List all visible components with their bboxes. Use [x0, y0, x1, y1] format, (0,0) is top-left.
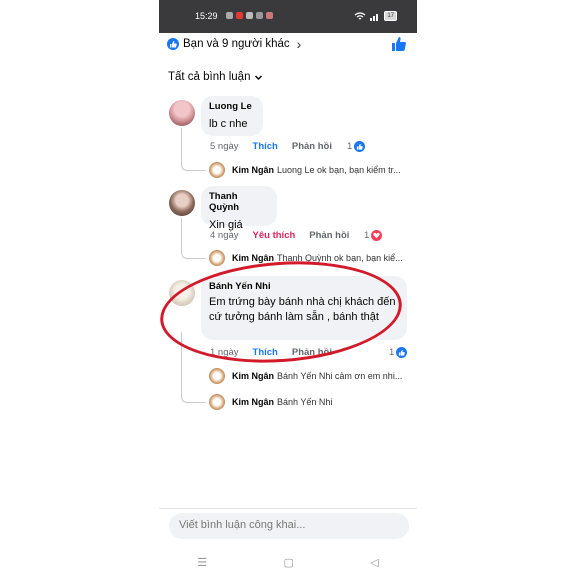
status-right: 17: [354, 11, 397, 21]
comment-bubble: Thanh Quỳnh Xin giá: [201, 186, 277, 231]
avatar[interactable]: [209, 368, 225, 384]
thread-line: [181, 128, 206, 171]
like-button[interactable]: Thích: [253, 141, 278, 152]
reaction-count[interactable]: 1: [389, 347, 408, 358]
wifi-icon: [354, 11, 366, 19]
reply-preview[interactable]: Kim Ngân Bánh Yến Nhi: [232, 397, 407, 407]
home-icon[interactable]: ▢: [283, 556, 293, 569]
reaction-count-number: 1: [389, 347, 395, 358]
app-icon: [246, 12, 253, 19]
reply-snippet: Luong Le ok bạn, bạn kiểm tr...: [277, 165, 401, 175]
reactions-text: Bạn và 9 người khác: [183, 38, 290, 50]
comment-age: 4 ngày: [210, 230, 239, 241]
reaction-count[interactable]: 1: [364, 230, 383, 241]
reply-button[interactable]: Phản hồi: [309, 230, 349, 241]
reply-author: Kim Ngân: [232, 371, 275, 381]
like-reaction-icon: [354, 141, 366, 152]
avatar[interactable]: [209, 162, 225, 178]
status-bar: 15:29 17: [159, 0, 417, 33]
menu-icon[interactable]: ☰: [197, 556, 207, 569]
signal-icon: [370, 13, 379, 21]
reply-snippet: Bánh Yến Nhi cảm ơn em nhi...: [277, 371, 403, 381]
like-thumb-icon[interactable]: [391, 36, 407, 52]
reply-author: Kim Ngân: [232, 253, 275, 263]
app-icon: [236, 12, 243, 19]
reply-snippet: Bánh Yến Nhi: [277, 397, 333, 407]
chevron-right-icon: ›: [296, 36, 302, 52]
comment-composer[interactable]: [169, 513, 409, 539]
avatar[interactable]: [169, 100, 195, 126]
battery-icon: 17: [384, 11, 397, 21]
chevron-down-icon: [255, 74, 263, 80]
comment-author[interactable]: Thanh Quỳnh: [209, 191, 269, 213]
avatar[interactable]: [209, 250, 225, 266]
app-icon: [226, 12, 233, 19]
comment-input[interactable]: [177, 518, 401, 532]
like-badge-icon: [167, 38, 179, 50]
reply-button[interactable]: Phản hồi: [292, 141, 332, 152]
avatar[interactable]: [209, 394, 225, 410]
comment-author[interactable]: Luong Le: [209, 101, 255, 112]
reply-author: Kim Ngân: [232, 397, 275, 407]
heart-reaction-icon: [371, 230, 383, 241]
app-icon: [266, 12, 273, 19]
reaction-count[interactable]: 1: [347, 141, 366, 152]
filter-label: Tất cả bình luận: [168, 71, 251, 83]
thread-line: [181, 218, 206, 259]
avatar[interactable]: [169, 190, 195, 216]
app-icon: [256, 12, 263, 19]
love-button[interactable]: Yêu thích: [253, 230, 296, 241]
back-icon[interactable]: ◁: [370, 556, 378, 569]
reaction-count-number: 1: [364, 230, 370, 241]
reply-author: Kim Ngân: [232, 165, 275, 175]
comment-text: lb c nhe: [209, 118, 248, 130]
status-time: 15:29: [195, 11, 218, 21]
notification-icons: [226, 12, 273, 19]
system-nav-bar: ☰ ▢ ◁: [159, 548, 417, 576]
divider: [159, 508, 417, 509]
comment-actions: 5 ngày Thích Phản hồi: [210, 141, 332, 152]
like-reaction-icon: [396, 347, 408, 358]
comment-filter-dropdown[interactable]: Tất cả bình luận: [168, 71, 263, 83]
comment-bubble: Luong Le lb c nhe: [201, 96, 263, 136]
reactions-summary[interactable]: Bạn và 9 người khác ›: [167, 36, 301, 52]
reply-preview[interactable]: Kim Ngân Bánh Yến Nhi cảm ơn em nhi...: [232, 371, 407, 381]
comment-age: 5 ngày: [210, 141, 239, 152]
reaction-count-number: 1: [347, 141, 353, 152]
comment-actions: 4 ngày Yêu thích Phản hồi: [210, 230, 349, 241]
reply-preview[interactable]: Kim Ngân Luong Le ok bạn, bạn kiểm tr...: [232, 165, 407, 175]
